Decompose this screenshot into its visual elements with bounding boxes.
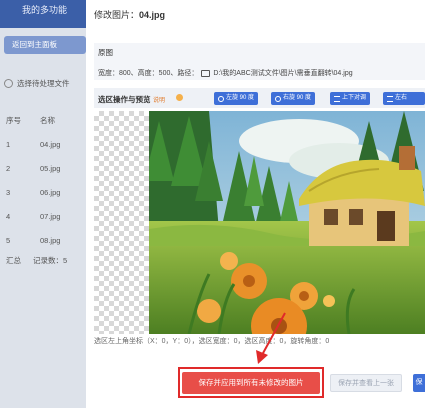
row-name: 08.jpg [40, 235, 61, 245]
row-name: 07.jpg [40, 211, 61, 221]
help-icon[interactable] [176, 94, 183, 101]
row-index: 1 [6, 139, 11, 149]
row-name: 05.jpg [40, 163, 61, 173]
original-info: 宽度：800、高度：500、路径： D:\我的ABC测试文件\图片\需垂直翻转\… [98, 68, 353, 78]
original-image-panel: 原图 宽度：800、高度：500、路径： D:\我的ABC测试文件\图片\需垂直… [94, 43, 425, 80]
row-index: 5 [6, 235, 11, 245]
original-label: 原图 [98, 48, 113, 57]
flip-horizontal-icon [387, 95, 393, 102]
file-table: 序号 名称 1 04.jpg 2 05.jpg 3 06.jpg 4 07.jp… [6, 108, 86, 252]
selection-status: 选区左上角坐标（X：0，Y：0），选区宽度：0，选区高度：0，旋转角度：0 [94, 338, 330, 345]
image-preview[interactable] [149, 111, 425, 334]
transparent-canvas-area[interactable] [94, 111, 149, 334]
summary-label: 汇总 [6, 256, 21, 265]
radio-icon [4, 79, 13, 88]
rotate-left-button[interactable]: 左旋 90 度 [214, 92, 259, 105]
flip-vertical-icon [334, 95, 340, 102]
summary-count: 记录数：5 [33, 256, 68, 265]
dialog-title-prefix: 修改图片： [94, 10, 140, 20]
rotate-right-label: 右旋 90 度 [283, 95, 312, 101]
flip-vertical-label: 上下对调 [342, 95, 367, 101]
dialog-title-file: 04.jpg [139, 10, 166, 20]
select-file-option[interactable]: 选择待处理文件 [4, 78, 70, 89]
folder-icon[interactable] [201, 69, 211, 77]
select-file-label: 选择待处理文件 [17, 79, 70, 88]
row-index: 2 [6, 163, 11, 173]
help-link[interactable]: 说明 [153, 95, 165, 104]
rotate-right-button[interactable]: 右旋 90 度 [271, 92, 316, 105]
table-summary: 汇总 记录数：5 [6, 255, 67, 266]
column-header-index: 序号 [6, 115, 21, 125]
rotate-left-label: 左旋 90 度 [226, 95, 255, 101]
table-row[interactable]: 4 07.jpg [6, 204, 86, 228]
flip-vertical-button[interactable]: 上下对调 [330, 92, 371, 105]
table-header: 序号 名称 [6, 108, 86, 132]
save-next-button[interactable]: 保 [413, 374, 425, 392]
back-to-main-button[interactable]: 返回到主面板 [4, 36, 86, 54]
original-dimensions: 宽度：800、高度：500、路径： [98, 70, 199, 77]
highlight-box [178, 367, 324, 398]
row-name: 06.jpg [40, 187, 61, 197]
column-header-name: 名称 [40, 115, 55, 125]
row-index: 3 [6, 187, 11, 197]
table-row[interactable]: 2 05.jpg [6, 156, 86, 180]
operations-label: 选区操作与预览 [98, 95, 151, 104]
app-title: 我的多功能 [22, 5, 68, 15]
row-index: 4 [6, 211, 11, 221]
table-row[interactable]: 1 04.jpg [6, 132, 86, 156]
operations-toolbar: 选区操作与预览 说明 左旋 90 度 右旋 90 度 上下对调 左右 [94, 88, 425, 108]
row-name: 04.jpg [40, 139, 61, 149]
table-row[interactable]: 3 06.jpg [6, 180, 86, 204]
flip-horizontal-label: 左右 [395, 95, 408, 101]
edit-image-dialog: 修改图片：04.jpg 原图 宽度：800、高度：500、路径： D:\我的AB… [86, 0, 425, 408]
dialog-title: 修改图片：04.jpg [94, 8, 165, 21]
rotate-left-icon [218, 95, 224, 102]
landscape-image [149, 111, 425, 334]
flip-horizontal-button[interactable]: 左右 [383, 92, 425, 105]
table-row[interactable]: 5 08.jpg [6, 228, 86, 252]
save-view-previous-button[interactable]: 保存并查看上一张 [330, 374, 402, 392]
original-path: D:\我的ABC测试文件\图片\需垂直翻转\04.jpg [213, 70, 353, 77]
rotate-right-icon [275, 95, 281, 102]
